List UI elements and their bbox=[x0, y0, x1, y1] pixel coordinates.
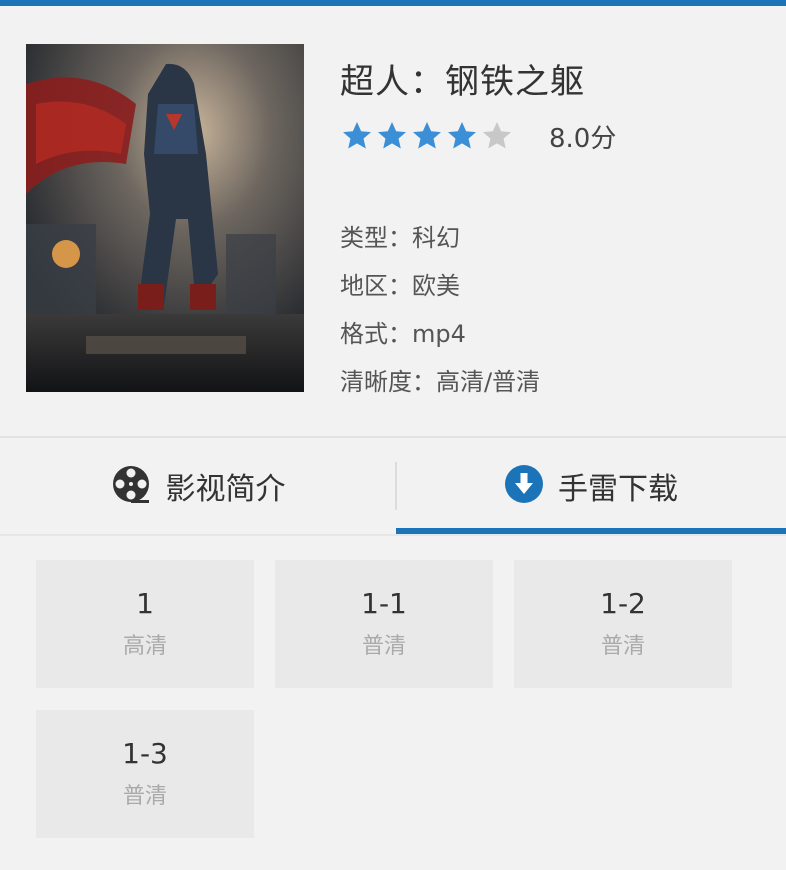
star-filled-icon bbox=[448, 122, 476, 149]
tab-intro-label: 影视简介 bbox=[165, 472, 286, 507]
episode-item[interactable]: 1-3 普清 bbox=[36, 710, 254, 838]
star-empty-icon bbox=[483, 122, 511, 149]
tab-bar: 影视简介 手雷下载 bbox=[0, 438, 786, 534]
episode-number: 1 bbox=[136, 587, 154, 620]
star-filled-icon bbox=[413, 122, 441, 149]
meta-format: 格式：mp4 bbox=[340, 320, 466, 348]
tab-download[interactable]: 手雷下载 bbox=[396, 438, 786, 534]
star-filled-icon bbox=[343, 122, 371, 149]
episode-number: 1-1 bbox=[361, 587, 407, 620]
meta-region: 地区：欧美 bbox=[340, 272, 460, 300]
episode-quality: 普清 bbox=[122, 784, 167, 809]
poster-artwork bbox=[26, 44, 304, 392]
divider bbox=[0, 534, 786, 536]
episode-item[interactable]: 1-2 普清 bbox=[514, 560, 732, 688]
movie-title: 超人：钢铁之躯 bbox=[340, 62, 585, 102]
meta-genre: 类型：科幻 bbox=[340, 224, 460, 252]
episode-number: 1-2 bbox=[600, 587, 646, 620]
star-filled-icon bbox=[378, 122, 406, 149]
episode-item[interactable]: 1 高清 bbox=[36, 560, 254, 688]
film-reel-icon bbox=[110, 463, 152, 509]
episode-number: 1-3 bbox=[122, 737, 168, 770]
rating-score: 8.0分 bbox=[549, 123, 617, 154]
movie-meta: 类型：科幻 地区：欧美 格式：mp4 清晰度：高清/普清 bbox=[340, 214, 540, 406]
tab-download-label: 手雷下载 bbox=[558, 472, 678, 507]
tab-intro[interactable]: 影视简介 bbox=[0, 438, 395, 534]
top-accent-bar bbox=[0, 0, 786, 6]
rating-stars bbox=[340, 120, 515, 152]
meta-resolution: 清晰度：高清/普清 bbox=[340, 368, 541, 396]
episode-quality: 高清 bbox=[122, 634, 167, 659]
download-circle-icon bbox=[504, 464, 544, 508]
movie-poster[interactable] bbox=[26, 44, 304, 392]
episode-item[interactable]: 1-1 普清 bbox=[275, 560, 493, 688]
rating-row: 8.0分 bbox=[340, 118, 616, 154]
episode-quality: 普清 bbox=[600, 634, 645, 659]
episode-quality: 普清 bbox=[361, 634, 406, 659]
